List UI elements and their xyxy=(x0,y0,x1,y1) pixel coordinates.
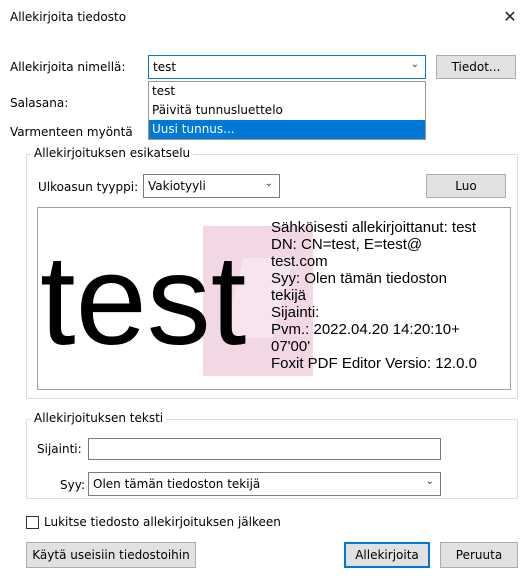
lock-checkbox[interactable] xyxy=(26,516,39,529)
location-label: Sijainti: xyxy=(37,442,82,456)
signature-info-line: Foxit PDF Editor Versio: 12.0.0 xyxy=(271,355,477,372)
reason-label: Syy: xyxy=(60,478,85,492)
signer-label: Allekirjoita nimellä: xyxy=(10,60,126,74)
reason-select-value: Olen tämän tiedoston tekijä xyxy=(93,477,261,491)
signer-dropdown-list: test Päivitä tunnusluettelo Uusi tunnus.… xyxy=(148,81,426,140)
style-type-value: Vakiotyyli xyxy=(148,179,206,193)
signature-info-line: test.com xyxy=(271,253,328,270)
signature-preview: test Sähköisesti allekirjoittanut: test … xyxy=(37,207,511,390)
signature-info-line: Syy: Olen tämän tiedoston xyxy=(271,270,447,287)
issuer-label: Varmenteen myöntä xyxy=(10,125,133,139)
signature-name: test xyxy=(40,229,247,372)
signature-info-line: tekijä xyxy=(271,287,307,304)
dropdown-option-refresh-ids[interactable]: Päivitä tunnusluettelo xyxy=(149,101,425,120)
signature-info-line: Sähköisesti allekirjoittanut: test xyxy=(271,219,477,236)
sign-document-dialog: Allekirjoita tiedosto ✕ Allekirjoita nim… xyxy=(0,0,527,583)
cancel-button[interactable]: Peruuta xyxy=(440,542,518,568)
password-label: Salasana: xyxy=(10,96,69,110)
preview-group-title: Allekirjoituksen esikatselu xyxy=(31,146,194,160)
signature-info-line: Sijainti: xyxy=(271,304,320,321)
reason-select[interactable]: Olen tämän tiedoston tekijä ⌄ xyxy=(88,472,441,496)
chevron-down-icon: ⌄ xyxy=(425,476,434,487)
apply-multiple-files-button[interactable]: Käytä useisiin tiedostoihin xyxy=(26,542,196,568)
signature-info-line: 07'00' xyxy=(271,338,311,355)
style-type-select[interactable]: Vakiotyyli ⌄ xyxy=(143,174,280,198)
signer-select[interactable]: test ⌄ xyxy=(148,55,426,79)
chevron-down-icon: ⌄ xyxy=(410,59,419,70)
signature-info-line: Pvm.: 2022.04.20 14:20:10+ xyxy=(271,321,460,338)
signature-text-group-title: Allekirjoituksen teksti xyxy=(31,411,167,425)
chevron-down-icon: ⌄ xyxy=(264,178,273,189)
signer-select-value: test xyxy=(153,60,177,74)
location-input[interactable] xyxy=(88,438,441,460)
lock-checkbox-label: Lukitse tiedosto allekirjoituksen jälkee… xyxy=(44,515,281,529)
style-type-label: Ulkoasun tyyppi: xyxy=(38,180,139,194)
details-button[interactable]: Tiedot... xyxy=(436,55,516,79)
close-icon[interactable]: ✕ xyxy=(499,6,521,28)
title-bar: Allekirjoita tiedosto ✕ xyxy=(0,0,527,34)
create-style-button[interactable]: Luo xyxy=(426,174,506,198)
dropdown-option-test[interactable]: test xyxy=(149,82,425,101)
sign-button[interactable]: Allekirjoita xyxy=(344,542,430,568)
signature-info: Sähköisesti allekirjoittanut: test DN: C… xyxy=(271,219,510,372)
dialog-title: Allekirjoita tiedosto xyxy=(10,10,127,24)
signature-info-line: DN: CN=test, E=test@ xyxy=(271,236,423,253)
dropdown-option-new-id[interactable]: Uusi tunnus... xyxy=(149,120,425,139)
